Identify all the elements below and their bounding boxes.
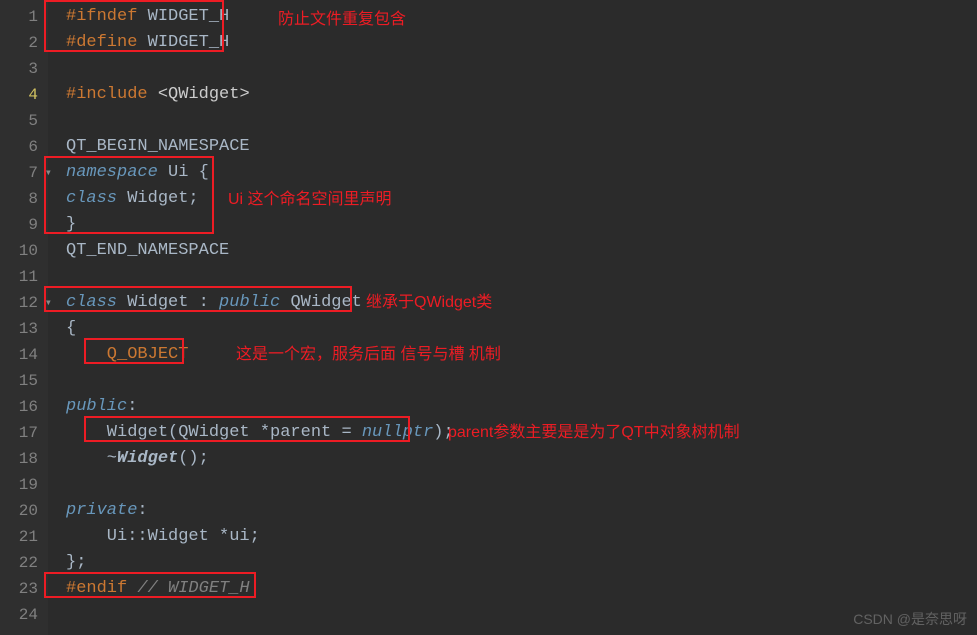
identifier-token: Widget(QWidget *parent = xyxy=(66,423,362,442)
annotation-text: Ui 这个命名空间里声明 xyxy=(228,185,392,209)
identifier-token: Widget; xyxy=(117,189,199,208)
annotation-text: 防止文件重复包含 xyxy=(278,5,406,29)
line-number: 5 xyxy=(0,108,48,134)
macro-token: QT_BEGIN_NAMESPACE xyxy=(66,137,250,156)
annotation-text: 这是一个宏，服务后面 信号与槽 机制 xyxy=(236,340,501,364)
keyword-token: nullptr xyxy=(362,423,433,442)
line-number: 16 xyxy=(0,394,48,420)
line-number: 9 xyxy=(0,212,48,238)
code-area[interactable]: #ifndef WIDGET_H #define WIDGET_H #inclu… xyxy=(48,0,977,635)
line-number: 15 xyxy=(0,368,48,394)
code-line: namespace Ui { xyxy=(66,160,977,186)
line-number: 13 xyxy=(0,316,48,342)
keyword-token: class xyxy=(66,189,117,208)
brace-token: } xyxy=(66,215,76,234)
punct-token: : xyxy=(127,397,137,416)
line-number: 11 xyxy=(0,264,48,290)
code-line: #include <QWidget> xyxy=(66,82,977,108)
code-editor: 1 2 3 4 5 6 7 ▾ 8 9 10 11 12 ▾ 13 14 15 … xyxy=(0,0,977,635)
line-number: 20 xyxy=(0,498,48,524)
line-number: 4 xyxy=(0,82,48,108)
line-number: 21 xyxy=(0,524,48,550)
line-number: 22 xyxy=(0,550,48,576)
punct-token: ~ xyxy=(66,449,117,468)
code-line: Q_OBJECT xyxy=(66,342,977,368)
code-line: public: xyxy=(66,394,977,420)
macro-token: WIDGET_H xyxy=(137,33,229,52)
code-line: private: xyxy=(66,498,977,524)
line-number: 1 xyxy=(0,4,48,30)
preproc-token: #ifndef xyxy=(66,7,137,26)
punct-token: (); xyxy=(178,449,209,468)
code-line: #endif // WIDGET_H xyxy=(66,576,977,602)
line-number: 18 xyxy=(0,446,48,472)
keyword-token: class xyxy=(66,293,117,312)
line-number: 10 xyxy=(0,238,48,264)
preproc-token: #include xyxy=(66,85,148,104)
code-line xyxy=(66,472,977,498)
identifier-token: Ui::Widget *ui; xyxy=(66,527,260,546)
annotation-text: 继承于QWidget类 xyxy=(366,288,492,312)
code-line: { xyxy=(66,316,977,342)
identifier-token: Widget : xyxy=(117,293,219,312)
identifier-token: Ui { xyxy=(158,163,209,182)
code-line: QT_END_NAMESPACE xyxy=(66,238,977,264)
brace-token: { xyxy=(66,319,76,338)
annotation-text: parent参数主要是是为了QT中对象树机制 xyxy=(448,418,740,442)
line-number: 7 xyxy=(0,160,48,186)
code-line: class Widget : public QWidget xyxy=(66,290,977,316)
watermark-text: CSDN @是奈思呀 xyxy=(853,609,967,629)
code-line xyxy=(66,264,977,290)
code-line: }; xyxy=(66,550,977,576)
line-number: 3 xyxy=(0,56,48,82)
comment-token: // WIDGET_H xyxy=(127,579,249,598)
preproc-token: #define xyxy=(66,33,137,52)
identifier-token: QWidget xyxy=(280,293,362,312)
code-line: class Widget; xyxy=(66,186,977,212)
code-line: #define WIDGET_H xyxy=(66,30,977,56)
code-line: ~Widget(); xyxy=(66,446,977,472)
line-number: 14 xyxy=(0,342,48,368)
line-number: 2 xyxy=(0,30,48,56)
destructor-token: Widget xyxy=(117,449,178,468)
code-line xyxy=(66,56,977,82)
code-line: #ifndef WIDGET_H xyxy=(66,4,977,30)
keyword-token: public xyxy=(66,397,127,416)
macro-token: WIDGET_H xyxy=(137,7,229,26)
code-line xyxy=(66,108,977,134)
brace-token: }; xyxy=(66,553,86,572)
line-number: 23 xyxy=(0,576,48,602)
code-line xyxy=(66,602,977,628)
line-number: 24 xyxy=(0,602,48,628)
keyword-token: private xyxy=(66,501,137,520)
code-line: } xyxy=(66,212,977,238)
line-number: 8 xyxy=(0,186,48,212)
line-number: 17 xyxy=(0,420,48,446)
macro-token: Q_OBJECT xyxy=(66,345,188,364)
line-number-gutter: 1 2 3 4 5 6 7 ▾ 8 9 10 11 12 ▾ 13 14 15 … xyxy=(0,0,48,635)
line-number: 6 xyxy=(0,134,48,160)
keyword-token: namespace xyxy=(66,163,158,182)
macro-token: QT_END_NAMESPACE xyxy=(66,241,229,260)
line-number: 19 xyxy=(0,472,48,498)
code-line xyxy=(66,368,977,394)
line-number: 12 xyxy=(0,290,48,316)
preproc-token: #endif xyxy=(66,579,127,598)
code-line: Ui::Widget *ui; xyxy=(66,524,977,550)
keyword-token: public xyxy=(219,293,280,312)
code-line: QT_BEGIN_NAMESPACE xyxy=(66,134,977,160)
include-token: <QWidget> xyxy=(148,85,250,104)
punct-token: : xyxy=(137,501,147,520)
